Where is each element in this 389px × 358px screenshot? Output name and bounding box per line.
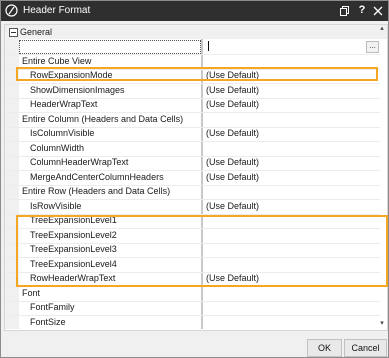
property-row-isrowvisible[interactable]: IsRowVisible (Use Default)	[5, 200, 387, 215]
property-value[interactable]: (Use Default)	[206, 157, 259, 167]
property-row-fontfamily[interactable]: FontFamily	[5, 301, 387, 316]
property-name: IsColumnVisible	[30, 128, 95, 138]
property-value[interactable]: (Use Default)	[206, 273, 259, 283]
property-name: RowExpansionMode	[30, 70, 113, 80]
property-value[interactable]: (Use Default)	[206, 99, 259, 109]
property-row-treeexpansionlevel2[interactable]: TreeExpansionLevel2	[5, 229, 387, 244]
collapse-icon[interactable]	[9, 28, 18, 37]
ok-button[interactable]: OK	[307, 339, 342, 357]
property-name: Entire Row (Headers and Data Cells)	[22, 186, 171, 196]
property-name: HeaderWrapText	[30, 99, 98, 109]
property-row-treeexpansionlevel3[interactable]: TreeExpansionLevel3	[5, 243, 387, 258]
window-title: Header Format	[23, 5, 91, 16]
property-name: ColumnWidth	[30, 142, 85, 153]
property-row-showdimensionimages[interactable]: ShowDimensionImages (Use Default)	[5, 84, 387, 99]
text-caret	[208, 41, 209, 51]
property-name: TreeExpansionLevel2	[30, 229, 117, 240]
vertical-scrollbar[interactable]: ▴ ▾	[378, 24, 386, 329]
property-value[interactable]: (Use Default)	[206, 70, 259, 80]
category-label: General	[20, 27, 53, 37]
property-name: IsRowVisible	[30, 200, 82, 211]
close-icon[interactable]	[371, 4, 385, 18]
help-icon[interactable]: ?	[355, 3, 369, 17]
category-row-entire-column-headers-and-data-cells[interactable]: Entire Column (Headers and Data Cells)	[5, 113, 387, 128]
property-row-treeexpansionlevel4[interactable]: TreeExpansionLevel4	[5, 258, 387, 273]
property-row-headerwraptext[interactable]: HeaderWrapText (Use Default)	[5, 98, 387, 113]
scroll-up-icon[interactable]: ▴	[378, 25, 386, 33]
property-value[interactable]: (Use Default)	[206, 201, 259, 211]
property-name: TreeExpansionLevel3	[30, 244, 117, 254]
property-name: TreeExpansionLevel1	[30, 215, 117, 225]
property-name: ColumnHeaderWrapText	[30, 157, 129, 167]
title-bar: Header Format ?	[1, 1, 388, 21]
property-name: RowHeaderWrapText	[30, 273, 116, 283]
property-row-rowheaderwraptext[interactable]: RowHeaderWrapText (Use Default)	[5, 272, 387, 287]
category-row-entire-cube-view[interactable]: Entire Cube View	[5, 55, 387, 70]
property-name: FontSize	[30, 316, 66, 327]
restore-icon[interactable]	[337, 4, 351, 18]
row-separator	[5, 329, 380, 330]
category-general[interactable]: General	[5, 25, 387, 39]
cancel-button[interactable]: Cancel	[344, 339, 387, 357]
category-row-font[interactable]: Font	[5, 287, 387, 302]
property-name: TreeExpansionLevel4	[30, 258, 117, 269]
property-row-fontsize[interactable]: FontSize	[5, 316, 387, 330]
property-grid[interactable]: General Custom ParametersEntire Cube Vie…	[4, 24, 388, 331]
property-name: FontFamily	[30, 302, 75, 312]
app-logo-icon	[5, 4, 18, 17]
property-name: MergeAndCenterColumnHeaders	[30, 171, 164, 182]
scroll-down-icon[interactable]: ▾	[378, 320, 386, 328]
category-row-entire-row-headers-and-data-cells[interactable]: Entire Row (Headers and Data Cells)	[5, 185, 387, 200]
property-row-rowexpansionmode[interactable]: RowExpansionMode (Use Default)	[5, 69, 387, 84]
property-name: ShowDimensionImages	[30, 84, 125, 95]
selected-row-name-cell[interactable]	[19, 40, 201, 54]
property-row-columnheaderwraptext[interactable]: ColumnHeaderWrapText (Use Default)	[5, 156, 387, 171]
property-value[interactable]: (Use Default)	[206, 85, 259, 95]
header-format-dialog: Header Format ? General Custom Parameter…	[0, 0, 389, 358]
property-value[interactable]: (Use Default)	[206, 172, 259, 182]
property-name: Entire Column (Headers and Data Cells)	[22, 113, 184, 124]
property-value[interactable]: (Use Default)	[206, 128, 259, 138]
property-name: Entire Cube View	[22, 55, 92, 66]
property-name: Font	[22, 287, 41, 298]
property-row-treeexpansionlevel1[interactable]: TreeExpansionLevel1	[5, 214, 387, 229]
property-row-iscolumnvisible[interactable]: IsColumnVisible (Use Default)	[5, 127, 387, 142]
property-row-mergeandcentercolumnheaders[interactable]: MergeAndCenterColumnHeaders (Use Default)	[5, 171, 387, 186]
property-row-columnwidth[interactable]: ColumnWidth	[5, 142, 387, 157]
